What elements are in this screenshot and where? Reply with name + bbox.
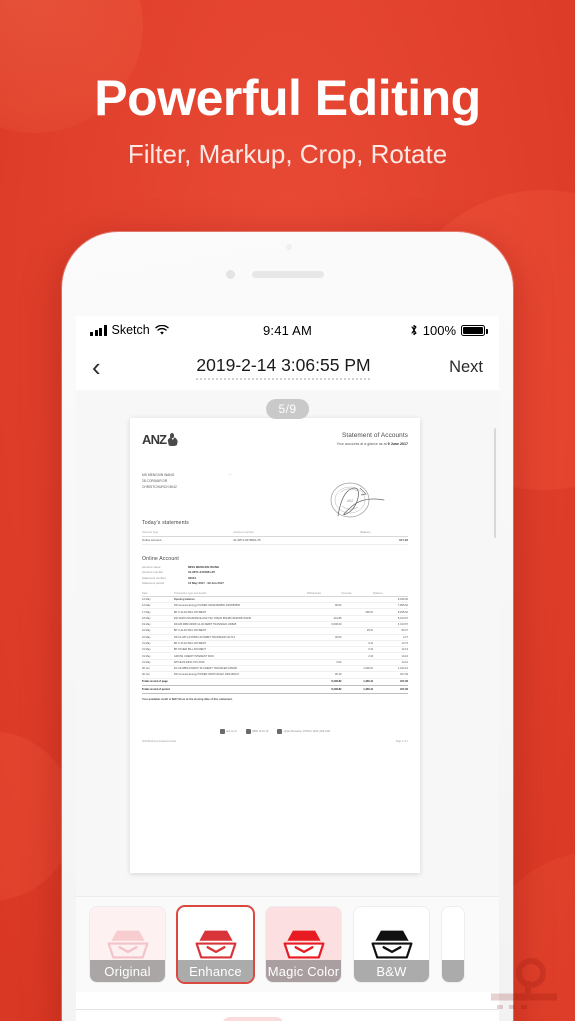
wifi-icon [154, 324, 169, 335]
footer-phone-item: 0800 10 10 10 [245, 728, 268, 734]
phone-earpiece-area [62, 232, 513, 316]
filter-thumbnail-strip[interactable]: Original Enhance Magic Color B&W [76, 896, 499, 992]
document-footer-row: ANZ Bank New Zealand Limited Page 1 of 1 [142, 740, 408, 743]
closing-credit-note: Your available credit is $917.93 as at t… [142, 697, 233, 701]
filter-chip-b-w[interactable]: B&W [354, 907, 429, 982]
transactions-table: Date Transaction type and details Withdraw… [142, 590, 408, 694]
totals-row: Totals at end of page 8,406.82 1,330.49 917… [142, 677, 408, 687]
web-icon [219, 728, 225, 734]
phone-mockup: Sketch 9:41 AM 100% ‹ 2019-2-14 3:06:55 … [62, 232, 513, 1021]
mail-icon [277, 728, 283, 734]
table-header-row: Account type Account number Balance [142, 528, 408, 537]
scanned-document-page: ANZ Statement of Accounts Your accounts … [130, 418, 420, 873]
document-title[interactable]: 2019-2-14 3:06:55 PM [136, 355, 431, 380]
proximity-sensor [285, 244, 292, 250]
battery-full-icon [461, 324, 488, 336]
filter-label: B&W [354, 960, 429, 982]
footer-legal: ANZ Bank New Zealand Limited [142, 739, 177, 743]
toolbar-button-add[interactable]: Add [85, 1017, 147, 1021]
address-marker: — [228, 473, 232, 476]
totals-row: Totals at end of period 8,406.82 1,330.49 9… [142, 685, 408, 694]
transactions-body: 12 May Opening balance 8,046.26 12 May DD Ge… [142, 596, 408, 694]
editing-toolbar: Add Crop Filters Rotate Delete More [76, 1009, 499, 1021]
battery-percent-label: 100% [422, 322, 457, 338]
next-button[interactable]: Next [431, 358, 483, 377]
promo-headline: Powerful Editing [94, 70, 481, 126]
promo-text-block: Powerful Editing Filter, Markup, Crop, R… [0, 72, 575, 170]
toolbar-button-crop[interactable]: Crop [154, 1017, 216, 1021]
filter-chip-magic-color[interactable]: Magic Color [266, 907, 341, 982]
filter-chip-original[interactable]: Original [90, 907, 165, 982]
page-indicator-badge: 5/9 [265, 399, 310, 419]
phone-icon [245, 728, 251, 734]
filter-chip-enhance[interactable]: Enhance [178, 907, 253, 982]
anz-leaf-icon [167, 433, 178, 446]
toolbar-button-delete[interactable]: Delete [359, 1017, 421, 1021]
table-row: Online Account 01-0871-0479661-25 917.93 [142, 536, 408, 545]
filter-label: Original [90, 960, 165, 982]
footer-mail-item: Upper Riccarton, PO Box 1233, ANZ 1101 [277, 728, 330, 734]
toolbar-button-rotate[interactable]: Rotate [291, 1017, 353, 1021]
earpiece-speaker [251, 271, 324, 278]
statement-title: Statement of Accounts [341, 432, 408, 439]
toolbar-button-more[interactable]: More [428, 1017, 490, 1021]
signature-stamp: ANZ [324, 476, 386, 528]
back-button[interactable]: ‹ [92, 354, 136, 380]
front-camera [225, 270, 235, 279]
filter-label: Magic Color [266, 960, 341, 982]
document-viewer[interactable]: 5/9 ANZ Statement of Accounts Your accou… [76, 390, 499, 896]
vertical-scrollbar[interactable] [493, 428, 496, 538]
document-footer-icons: anz.co.nz 0800 10 10 10 Upper Riccarton,… [142, 728, 408, 734]
online-account-heading: Online Account [142, 555, 179, 562]
filter-label [442, 960, 464, 982]
today-statements-table: Account type Account number Balance Onli… [142, 528, 408, 545]
carrier-label: Sketch [111, 323, 150, 337]
bluetooth-icon [411, 324, 417, 336]
signal-bars-icon [90, 324, 107, 336]
document-heading-block: Statement of Accounts Your accounts at a… [337, 432, 408, 446]
footer-web-item: anz.co.nz [219, 728, 237, 734]
recipient-address: MS MENGXIN WANG 28 CORSAIR DR CHRISTCHUR… [142, 473, 177, 489]
svg-text:ANZ: ANZ [347, 499, 353, 503]
status-bar: Sketch 9:41 AM 100% [76, 316, 499, 344]
account-details-list: Account name MISS MENGXIN WANG Account nu… [142, 565, 408, 587]
list-item: Statement period 12 May 2017 - 09 Jun 201… [142, 581, 224, 586]
filter-label: Enhance [178, 960, 253, 982]
statement-subtitle: Your accounts at a glance as at 9 June 2… [336, 441, 408, 446]
navigation-bar: ‹ 2019-2-14 3:06:55 PM Next [76, 344, 499, 390]
promo-subheadline: Filter, Markup, Crop, Rotate [127, 138, 448, 169]
site-watermark [485, 957, 571, 1017]
document-header: ANZ Statement of Accounts Your accounts … [142, 432, 408, 447]
filter-chip-next-partial[interactable] [442, 907, 464, 982]
phone-screen: Sketch 9:41 AM 100% ‹ 2019-2-14 3:06:55 … [76, 316, 499, 1021]
toolbar-button-filters[interactable]: Filters [222, 1017, 285, 1021]
anz-logo: ANZ [142, 432, 178, 447]
status-time: 9:41 AM [262, 322, 313, 338]
footer-page-number: Page 1 of 1 [395, 739, 408, 743]
